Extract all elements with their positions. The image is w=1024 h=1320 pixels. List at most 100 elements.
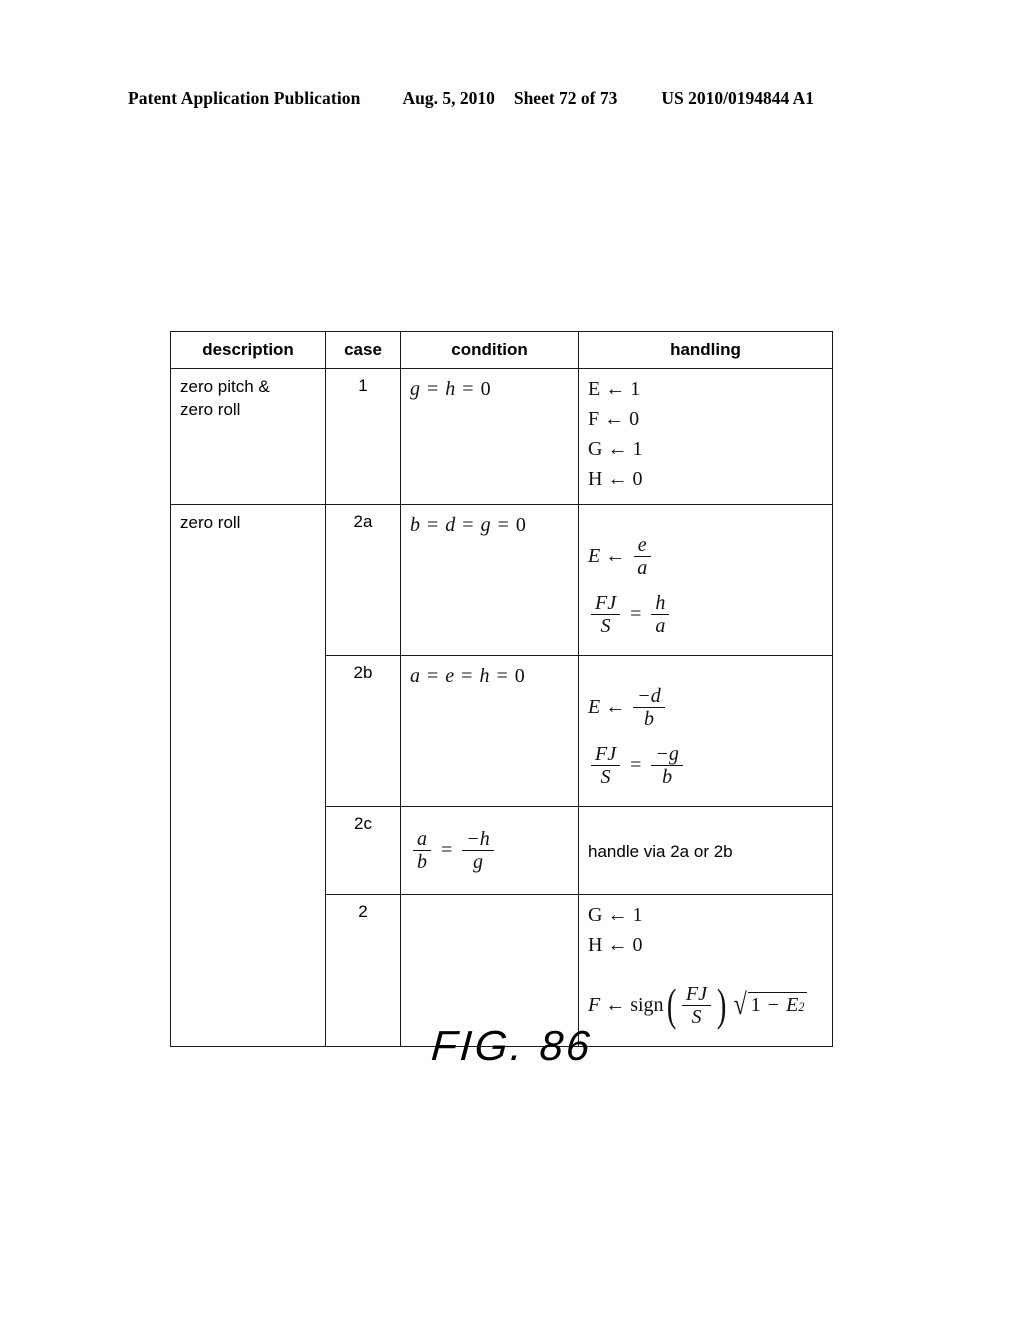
paren-left: ( bbox=[666, 979, 676, 1031]
column-header-description: description bbox=[170, 331, 326, 369]
condition-empty bbox=[401, 895, 578, 910]
relation-operator: = bbox=[630, 754, 642, 776]
fraction: −h g bbox=[462, 828, 494, 873]
handling-assignments: E ← 1 F ← 0 G ← 1 H ← 0 bbox=[579, 369, 832, 504]
column-header-handling: handling bbox=[578, 331, 833, 369]
radical-sign-icon: √ bbox=[733, 988, 748, 1022]
fraction: h a bbox=[651, 592, 670, 637]
condition-fraction-equation: a b = −h g bbox=[401, 807, 578, 891]
handling-text: handle via 2a or 2b bbox=[588, 842, 733, 861]
condition-term: 0 bbox=[515, 514, 526, 536]
parenthesized-fraction: ( FJ S ) bbox=[664, 979, 730, 1031]
condition-equation: g = h = 0 bbox=[410, 378, 491, 400]
assignment-line: E ← 1 bbox=[588, 378, 641, 400]
assign-arrow-icon: ← bbox=[605, 994, 626, 1016]
cell-case: 2a bbox=[325, 504, 401, 656]
fraction-denominator: a bbox=[637, 556, 648, 579]
table-header-row: description case condition handling bbox=[170, 331, 833, 369]
condition-term: h bbox=[479, 665, 490, 687]
condition-equation: a = e = h = 0 bbox=[410, 665, 525, 687]
cell-handling: E ← e a FJ S = h a bbox=[578, 504, 833, 656]
table-row: zero pitch & zero roll 1 g = h = 0 E ← 1… bbox=[170, 368, 833, 505]
fraction: −g b bbox=[651, 743, 683, 788]
handling-fractions: E ← e a FJ S = h a bbox=[579, 505, 832, 655]
radicand: 1 − E2 bbox=[747, 992, 808, 1018]
condition-term: g bbox=[410, 378, 420, 400]
fraction-denominator: b bbox=[417, 850, 427, 873]
assignment-line: H ← 0 bbox=[588, 468, 643, 490]
paren-right: ) bbox=[716, 979, 727, 1031]
case-label: 2a bbox=[353, 512, 373, 531]
condition-term: a bbox=[410, 665, 420, 687]
assign-arrow-icon: ← bbox=[605, 545, 626, 567]
condition-term: 0 bbox=[514, 665, 525, 687]
case-label: 2b bbox=[353, 663, 373, 682]
assignment-line: F ← 0 bbox=[588, 408, 640, 430]
radicand-term: E bbox=[786, 994, 799, 1017]
formula-lead: F bbox=[588, 994, 601, 1016]
case-label: 2 bbox=[358, 902, 368, 921]
cell-condition: a b = −h g bbox=[400, 806, 579, 895]
sheet-number: Sheet 72 of 73 bbox=[513, 88, 618, 108]
handling-fractions: E ← −d b FJ S = −g b bbox=[579, 656, 832, 806]
fraction-numerator: −h bbox=[462, 828, 494, 851]
fraction: −d b bbox=[633, 685, 665, 730]
assignment-line: G ← 1 bbox=[588, 438, 643, 460]
column-header-case: case bbox=[325, 331, 401, 369]
description-text: zero pitch & zero roll bbox=[180, 377, 270, 419]
cell-case: 2c bbox=[325, 806, 401, 895]
fraction-numerator: h bbox=[651, 592, 670, 615]
fraction-numerator: FJ bbox=[591, 592, 621, 615]
square-root: √ 1 − E2 bbox=[732, 988, 808, 1022]
fraction-numerator: FJ bbox=[591, 743, 621, 766]
description-text: zero roll bbox=[180, 513, 241, 532]
case-label: 1 bbox=[358, 376, 368, 395]
table-row: zero roll 2a b = d = g = 0 E ← e a FJ S … bbox=[170, 504, 833, 1047]
fraction: FJ S bbox=[681, 983, 711, 1028]
condition-term: d bbox=[445, 514, 456, 536]
publication-header-title: Patent Application Publication bbox=[128, 88, 361, 108]
sign-function-name: sign bbox=[630, 994, 664, 1016]
relation-operator: = bbox=[630, 603, 642, 625]
fraction-numerator: FJ bbox=[681, 983, 711, 1006]
fraction-numerator: e bbox=[633, 534, 651, 557]
assignment-line: G ← 1 bbox=[588, 904, 643, 926]
condition-term: 0 bbox=[480, 378, 491, 400]
cell-condition: b = d = g = 0 bbox=[400, 504, 579, 656]
condition-term: h bbox=[445, 378, 456, 400]
condition-equation: b = d = g = 0 bbox=[410, 514, 526, 536]
condition-term: e bbox=[445, 665, 455, 687]
condition-term: g bbox=[480, 514, 491, 536]
cell-condition: g = h = 0 bbox=[400, 368, 579, 505]
fraction-denominator: g bbox=[473, 850, 484, 873]
handling-lead: E bbox=[588, 696, 601, 718]
publication-date: Aug. 5, 2010 bbox=[402, 88, 495, 108]
case-label: 2c bbox=[354, 814, 372, 833]
handling-lead: E bbox=[588, 545, 601, 567]
assignment-line: H ← 0 bbox=[588, 934, 643, 956]
case-handling-table: description case condition handling zero… bbox=[170, 331, 833, 1047]
cell-handling: E ← −d b FJ S = −g b bbox=[578, 655, 833, 807]
fraction-denominator: b bbox=[662, 765, 673, 788]
cell-case: 1 bbox=[325, 368, 401, 505]
fraction-denominator: S bbox=[600, 614, 611, 637]
fraction-numerator: −g bbox=[651, 743, 683, 766]
fraction-numerator: a bbox=[413, 828, 431, 851]
cell-case: 2b bbox=[325, 655, 401, 807]
column-header-condition: condition bbox=[400, 331, 579, 369]
publication-number: US 2010/0194844 A1 bbox=[661, 88, 815, 108]
figure-caption: FIG. 86 bbox=[429, 1022, 595, 1069]
fraction-denominator: a bbox=[655, 614, 666, 637]
radicand-term: 1 bbox=[750, 994, 761, 1017]
radicand-operator: − bbox=[767, 994, 780, 1017]
fraction: FJ S bbox=[591, 592, 621, 637]
fraction-denominator: b bbox=[643, 707, 654, 730]
cell-handling: handle via 2a or 2b bbox=[578, 806, 833, 895]
fraction-denominator: S bbox=[600, 765, 611, 788]
cell-description: zero pitch & zero roll bbox=[170, 368, 326, 505]
relation-operator: = bbox=[441, 839, 453, 861]
cell-condition: a = e = h = 0 bbox=[400, 655, 579, 807]
assign-arrow-icon: ← bbox=[605, 696, 626, 718]
fraction: e a bbox=[633, 534, 651, 579]
condition-term: b bbox=[410, 514, 420, 536]
